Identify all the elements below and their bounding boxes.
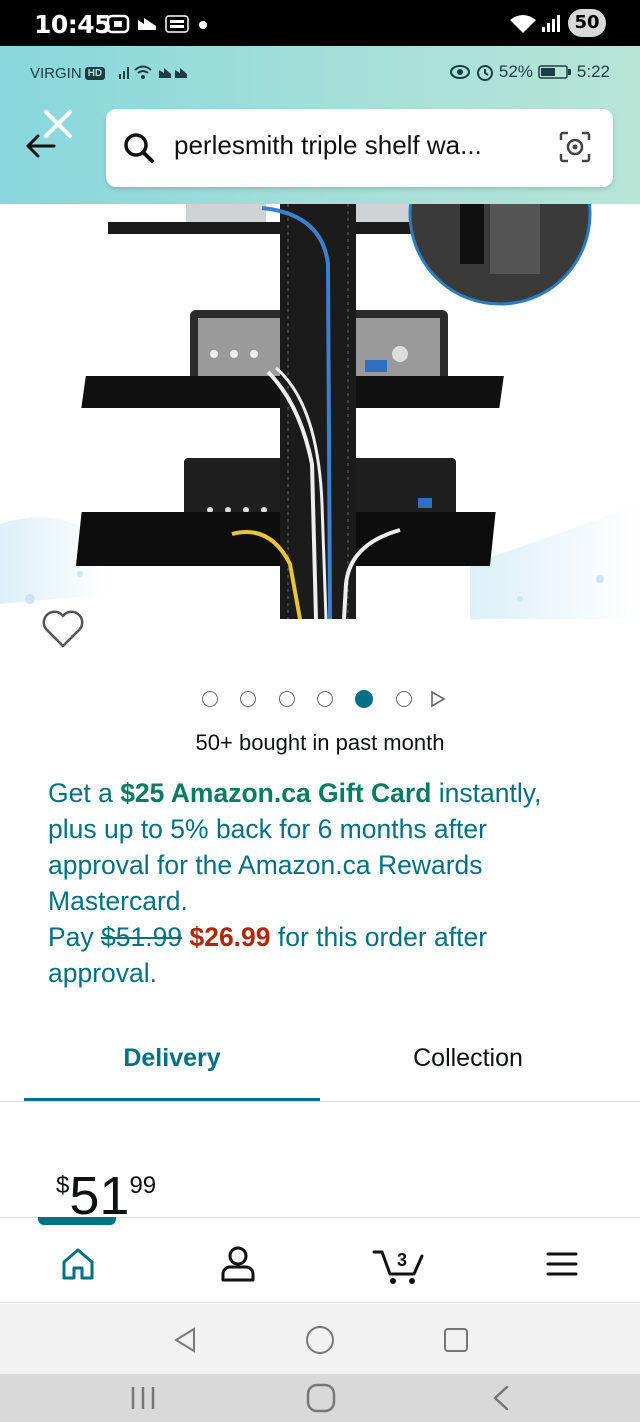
product-photo [0, 204, 640, 644]
tab-divider [0, 1101, 640, 1102]
camera-search-icon[interactable] [557, 129, 593, 165]
device-system-nav-bar [0, 1374, 640, 1422]
device-clock: 10:45 [34, 10, 112, 39]
promo-old-price: $51.99 [101, 922, 183, 952]
app-header: VIRGIN HD 52% 5:22 perlesmith triple shel… [0, 46, 640, 204]
signal-icon [542, 15, 560, 32]
gift-card-amount: $25 Amazon.ca Gift Card [120, 778, 432, 808]
device-battery-badge: 50 [568, 9, 606, 37]
product-image-gallery[interactable] [0, 204, 640, 644]
carousel-dot[interactable] [201, 691, 218, 707]
bought-count-text: 50+ bought in past month [195, 730, 445, 755]
eye-icon [449, 65, 470, 79]
wifi-icon [510, 15, 536, 33]
carousel-dot[interactable] [240, 691, 257, 707]
temu-notification-icon [165, 15, 189, 33]
menu-icon[interactable] [540, 1242, 584, 1286]
carrier-label: VIRGIN HD [30, 64, 188, 82]
back-triangle-icon[interactable] [172, 1326, 198, 1354]
video-play-icon[interactable] [429, 690, 447, 708]
cart-count: 3 [397, 1250, 407, 1270]
carousel-dot-active[interactable] [355, 690, 374, 708]
hd-badge: HD [84, 67, 106, 80]
inner-status-right: 52% 5:22 [449, 62, 610, 82]
carousel-dot[interactable] [317, 691, 333, 707]
search-icon [124, 133, 154, 163]
active-tab-indicator [38, 1217, 116, 1225]
inner-battery-percent: 52% [498, 62, 533, 81]
search-query-text: perlesmith triple shelf wa... [174, 130, 482, 160]
inner-battery-icon [538, 65, 571, 79]
device-status-bar: 10:45 50 [0, 0, 640, 46]
home-circle-icon[interactable] [304, 1324, 336, 1356]
home-icon[interactable] [56, 1242, 100, 1286]
image-carousel-dots[interactable] [0, 690, 640, 712]
alarm-icon [476, 65, 493, 81]
home-rounded-icon[interactable] [304, 1382, 338, 1414]
recents-square-icon[interactable] [442, 1326, 470, 1354]
recents-lines-icon[interactable] [128, 1384, 158, 1412]
credit-card-promo[interactable]: Get a $25 Amazon.ca Gift Card instantly,… [48, 775, 588, 991]
close-icon[interactable] [40, 106, 76, 142]
screenshot-notification-icon [106, 14, 130, 34]
tab-delivery[interactable]: Delivery [24, 1036, 320, 1102]
inner-system-nav-bar [0, 1304, 640, 1374]
product-price: $5199 [56, 1166, 157, 1220]
search-input[interactable]: perlesmith triple shelf wa... [106, 109, 613, 187]
account-icon[interactable] [216, 1242, 260, 1286]
carousel-dot[interactable] [395, 691, 412, 707]
wishlist-heart-icon[interactable] [40, 608, 86, 650]
bottom-navigation: 3 [0, 1217, 640, 1303]
inner-clock: 5:22 [576, 62, 610, 81]
inner-signal-wifi-icons [119, 65, 188, 79]
cart-icon[interactable]: 3 [372, 1242, 428, 1286]
back-chevron-icon[interactable] [490, 1384, 512, 1412]
more-notifications-dot-icon [199, 21, 207, 29]
promo-new-price: $26.99 [189, 922, 271, 952]
app-notification-icon [138, 18, 156, 30]
tab-collection[interactable]: Collection [320, 1036, 616, 1102]
carousel-dot[interactable] [278, 691, 295, 707]
